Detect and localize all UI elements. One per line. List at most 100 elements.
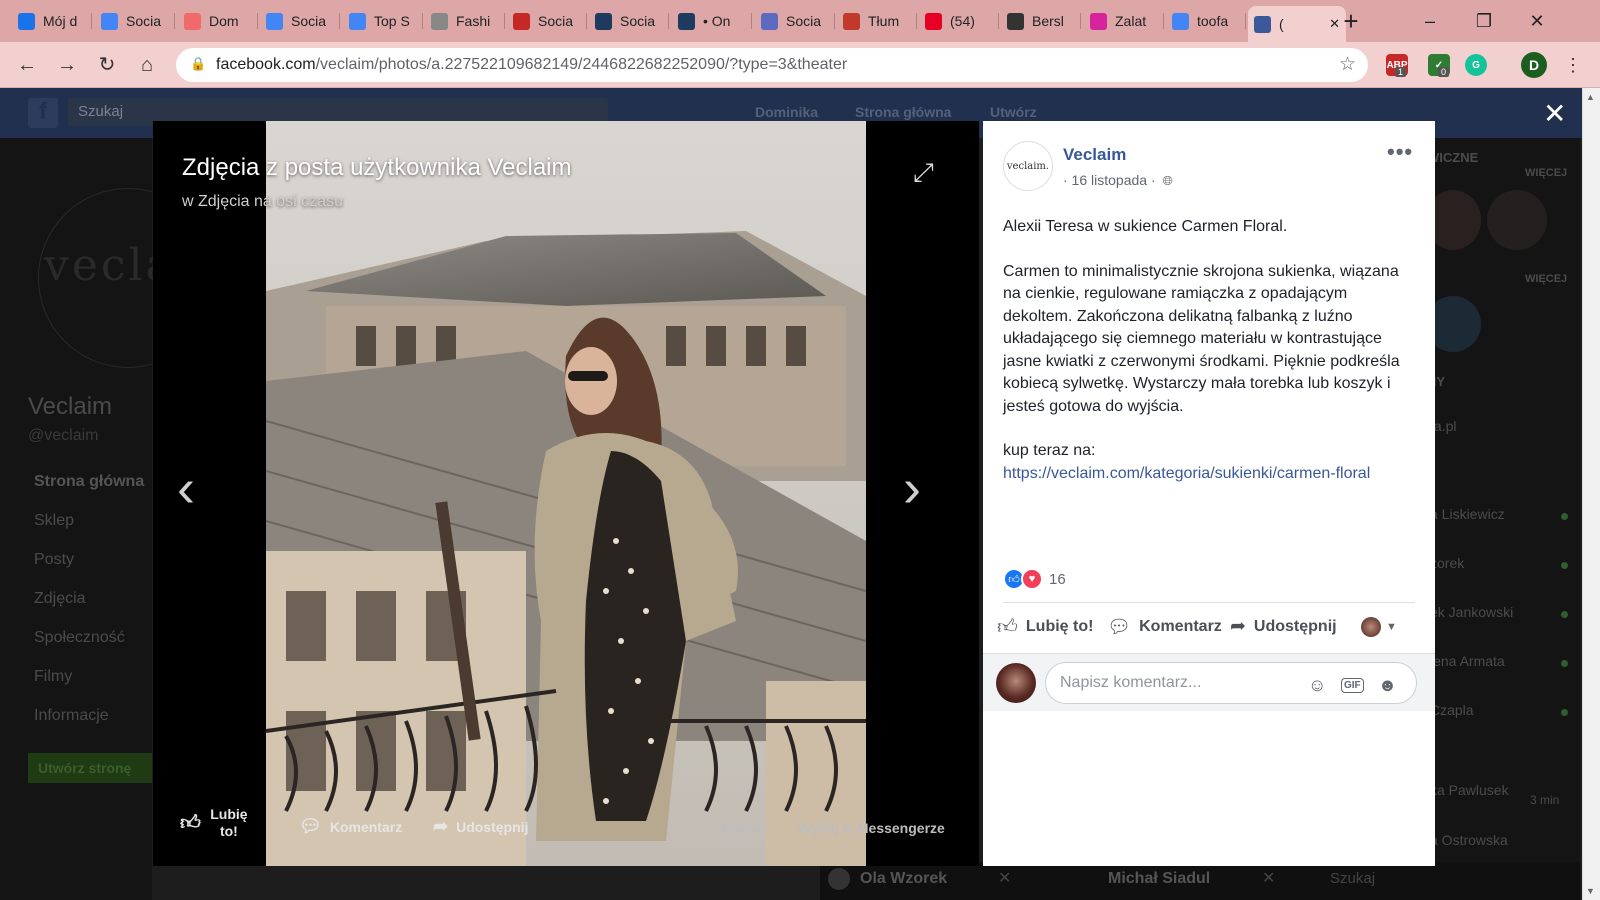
tab-separator bbox=[174, 13, 175, 29]
address-bar: ← → ↻ ⌂ 🔒 facebook.com/veclaim/photos/a.… bbox=[0, 42, 1600, 88]
contact-name[interactable]: ka Pawlusek bbox=[1430, 782, 1509, 798]
page-avatar[interactable]: veclaim. bbox=[1003, 141, 1053, 191]
rc-more-link[interactable]: WIĘCEJ bbox=[1525, 273, 1567, 285]
tab-separator bbox=[834, 13, 835, 29]
browser-tab[interactable]: Top S bbox=[343, 6, 423, 36]
post-share-button[interactable]: ➦ Udostępnij bbox=[1230, 615, 1337, 638]
sticker-icon[interactable]: ☻ bbox=[1378, 675, 1397, 696]
left-menu-item[interactable]: Zdjęcia bbox=[34, 590, 86, 608]
contact-name[interactable]: ek Jankowski bbox=[1430, 604, 1513, 620]
browser-tab[interactable]: Socia bbox=[507, 6, 587, 36]
browser-tab[interactable]: • On bbox=[672, 6, 752, 36]
contact-name[interactable]: zorek bbox=[1430, 555, 1464, 571]
next-photo-icon[interactable]: › bbox=[903, 461, 921, 515]
browser-tab[interactable]: toofa bbox=[1166, 6, 1246, 36]
left-menu-item[interactable]: Strona główna bbox=[34, 473, 144, 491]
tab-separator bbox=[1080, 13, 1081, 29]
left-menu-item[interactable]: Sklep bbox=[34, 512, 74, 530]
restore-button[interactable]: ❐ bbox=[1461, 6, 1507, 36]
create-page-button[interactable]: Utwórz stronę bbox=[28, 753, 152, 783]
browser-tab[interactable]: Socia bbox=[260, 6, 340, 36]
photo-illustration bbox=[266, 121, 866, 866]
page-scrollbar[interactable]: ▲ ▼ bbox=[1582, 88, 1600, 900]
back-icon[interactable]: ← bbox=[15, 53, 39, 77]
photo-album-link[interactable]: w Zdjęcia na osi czasu bbox=[182, 193, 343, 211]
send-in-messenger-link[interactable]: Wyślij w Messengerze bbox=[798, 820, 945, 836]
chat-tab-name[interactable]: Michał Siadul bbox=[1108, 870, 1210, 888]
tab-separator bbox=[586, 13, 587, 29]
photo-share-button[interactable]: ➦ Udostępnij bbox=[433, 816, 528, 837]
contact-name[interactable]: a Ostrowska bbox=[1430, 832, 1508, 848]
browser-tab[interactable]: Mój d bbox=[12, 6, 92, 36]
post-as-selector[interactable]: ▼ bbox=[1361, 617, 1397, 637]
browser-tab[interactable]: Socia bbox=[95, 6, 175, 36]
contact-name[interactable]: Czapla bbox=[1430, 702, 1474, 718]
tab-favicon-icon bbox=[595, 12, 612, 30]
post-date[interactable]: · 16 listopada · bbox=[1063, 172, 1156, 188]
tab-label: toofa bbox=[1197, 13, 1229, 29]
user-avatar[interactable] bbox=[996, 663, 1036, 703]
new-tab-button[interactable]: + bbox=[1336, 8, 1366, 34]
tab-separator bbox=[916, 13, 917, 29]
photo-comment-label: Komentarz bbox=[329, 818, 403, 835]
bookmark-star-icon[interactable]: ☆ bbox=[1339, 53, 1356, 76]
gif-icon[interactable]: GIF bbox=[1341, 678, 1364, 693]
browser-tab[interactable]: Fashi bbox=[425, 6, 505, 36]
forward-icon[interactable]: → bbox=[55, 53, 79, 77]
browser-tab[interactable]: Zalat bbox=[1084, 6, 1164, 36]
url-field[interactable]: 🔒 facebook.com/veclaim/photos/a.22752210… bbox=[176, 48, 1368, 82]
reactions-summary[interactable]: 👍︎ ♥ 16 bbox=[1003, 568, 1066, 590]
photo-like-button[interactable]: 👍︎ Lubię to! bbox=[180, 806, 249, 840]
previous-photo-icon[interactable]: ‹ bbox=[177, 461, 195, 515]
left-menu-item[interactable]: Posty bbox=[34, 551, 74, 569]
left-menu-item[interactable]: Społeczność bbox=[34, 629, 125, 647]
tab-favicon-icon bbox=[1090, 12, 1107, 30]
left-menu-item[interactable]: Filmy bbox=[34, 668, 72, 686]
browser-tab[interactable]: Socia bbox=[589, 6, 669, 36]
minimize-button[interactable]: – bbox=[1407, 6, 1453, 36]
browser-tab[interactable]: (54) bbox=[919, 6, 999, 36]
post-more-options-icon[interactable]: ••• bbox=[1387, 139, 1413, 165]
scroll-up-icon[interactable]: ▲ bbox=[1586, 92, 1595, 102]
tab-separator bbox=[1245, 13, 1246, 29]
photo-options-link[interactable]: Opcje bbox=[721, 820, 760, 836]
online-status-dot bbox=[1561, 562, 1568, 569]
browser-tab[interactable]: Dom bbox=[178, 6, 258, 36]
photo-comment-button[interactable]: 💬︎ Komentarz bbox=[299, 816, 402, 837]
chat-tab-name[interactable]: Ola Wzorek bbox=[860, 870, 947, 888]
browser-tab[interactable]: Tłum bbox=[837, 6, 917, 36]
contact-name[interactable]: lena Armata bbox=[1430, 653, 1505, 669]
nav-create-link[interactable]: Utwórz bbox=[990, 104, 1037, 120]
browser-tab[interactable]: Socia bbox=[755, 6, 835, 36]
chat-close-icon[interactable]: ✕ bbox=[1262, 868, 1275, 888]
menu-dots-icon[interactable]: ⋮ bbox=[1561, 53, 1585, 77]
home-icon[interactable]: ⌂ bbox=[135, 53, 159, 77]
scroll-down-icon[interactable]: ▼ bbox=[1586, 886, 1595, 896]
profile-avatar[interactable]: D bbox=[1521, 52, 1547, 78]
window-close-button[interactable]: ✕ bbox=[1514, 6, 1560, 36]
post-product-link[interactable]: https://veclaim.com/kategoria/sukienki/c… bbox=[1003, 463, 1418, 486]
contact-name[interactable]: a Liskiewicz bbox=[1430, 506, 1505, 522]
facebook-logo-icon[interactable]: f bbox=[28, 98, 58, 128]
browser-tab[interactable]: (✕ bbox=[1248, 6, 1346, 42]
left-menu-item[interactable]: Informacje bbox=[34, 707, 109, 725]
post-like-button[interactable]: 👍︎ Lubię to! bbox=[997, 615, 1093, 639]
post-photo[interactable] bbox=[266, 121, 866, 866]
nav-profile-link[interactable]: Dominika bbox=[755, 104, 818, 120]
tab-label: Tłum bbox=[868, 13, 900, 29]
post-share-label: Udostępnij bbox=[1253, 617, 1337, 635]
chat-close-icon[interactable]: ✕ bbox=[998, 868, 1011, 888]
post-page-name[interactable]: Veclaim bbox=[1063, 145, 1126, 165]
chat-search-input[interactable]: Szukaj bbox=[1330, 870, 1375, 887]
nav-home-link[interactable]: Strona główna bbox=[855, 104, 951, 120]
close-theater-icon[interactable]: ✕ bbox=[1543, 100, 1566, 128]
browser-tab[interactable]: Bersl bbox=[1001, 6, 1081, 36]
emoji-icon[interactable]: ☺ bbox=[1308, 675, 1326, 696]
rc-more-link[interactable]: WIĘCEJ bbox=[1525, 167, 1567, 179]
grammarly-icon[interactable]: G bbox=[1465, 54, 1487, 76]
fullscreen-expand-icon[interactable]: ⤢ bbox=[913, 157, 934, 189]
story-avatar[interactable] bbox=[1487, 190, 1547, 250]
post-comment-button[interactable]: 💬︎ Komentarz bbox=[1107, 615, 1222, 639]
reload-icon[interactable]: ↻ bbox=[95, 53, 119, 77]
tab-separator bbox=[504, 13, 505, 29]
